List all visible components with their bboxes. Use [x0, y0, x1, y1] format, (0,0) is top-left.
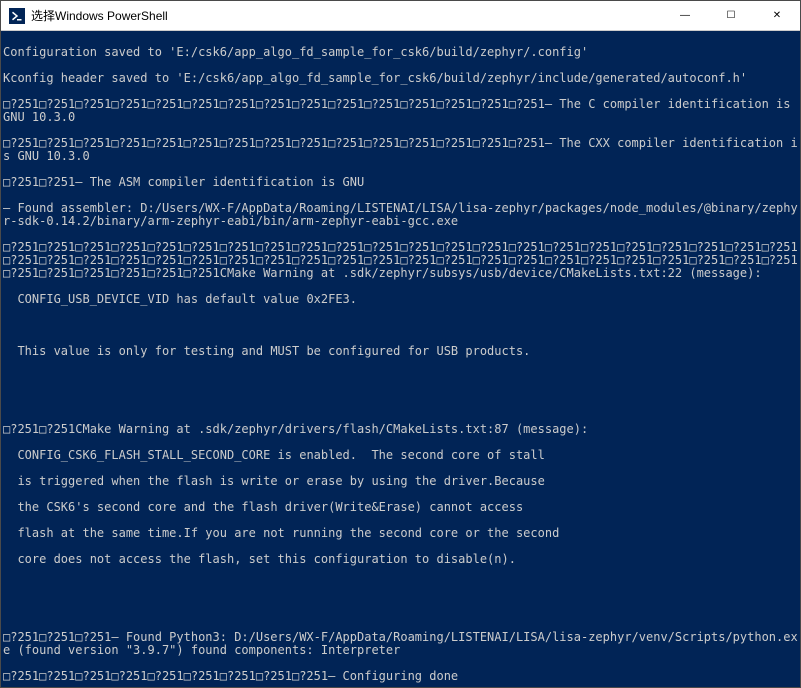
terminal-content[interactable]: Configuration saved to 'E:/csk6/app_algo… — [1, 31, 800, 687]
minimize-button[interactable]: — — [662, 1, 708, 30]
output-line: This value is only for testing and MUST … — [3, 345, 798, 358]
maximize-button[interactable]: ☐ — [708, 1, 754, 30]
powershell-window: 选择Windows PowerShell — ☐ ✕ Configuration… — [0, 0, 801, 688]
output-line: □?251□?251CMake Warning at .sdk/zephyr/d… — [3, 423, 798, 436]
output-line: Kconfig header saved to 'E:/csk6/app_alg… — [3, 72, 798, 85]
output-line: □?251□?251□?251□?251□?251□?251□?251□?251… — [3, 98, 798, 124]
output-line — [3, 319, 798, 332]
output-line: is triggered when the flash is write or … — [3, 475, 798, 488]
output-line — [3, 605, 798, 618]
titlebar[interactable]: 选择Windows PowerShell — ☐ ✕ — [1, 1, 800, 31]
output-line: — Found assembler: D:/Users/WX-F/AppData… — [3, 202, 798, 228]
output-line — [3, 579, 798, 592]
powershell-icon — [9, 8, 25, 24]
output-line — [3, 371, 798, 384]
output-line: CONFIG_CSK6_FLASH_STALL_SECOND_CORE is e… — [3, 449, 798, 462]
output-line: □?251□?251□?251— Found Python3: D:/Users… — [3, 631, 798, 657]
output-line: □?251□?251— The ASM compiler identificat… — [3, 176, 798, 189]
output-line: core does not access the flash, set this… — [3, 553, 798, 566]
output-line — [3, 397, 798, 410]
output-line: □?251□?251□?251□?251□?251□?251□?251□?251… — [3, 670, 798, 683]
close-button[interactable]: ✕ — [754, 1, 800, 30]
window-title: 选择Windows PowerShell — [31, 7, 662, 24]
output-line: the CSK6's second core and the flash dri… — [3, 501, 798, 514]
output-line: □?251□?251□?251□?251□?251□?251□?251□?251… — [3, 241, 798, 280]
output-line: Configuration saved to 'E:/csk6/app_algo… — [3, 46, 798, 59]
output-line: flash at the same time.If you are not ru… — [3, 527, 798, 540]
output-line: □?251□?251□?251□?251□?251□?251□?251□?251… — [3, 137, 798, 163]
output-line: CONFIG_USB_DEVICE_VID has default value … — [3, 293, 798, 306]
